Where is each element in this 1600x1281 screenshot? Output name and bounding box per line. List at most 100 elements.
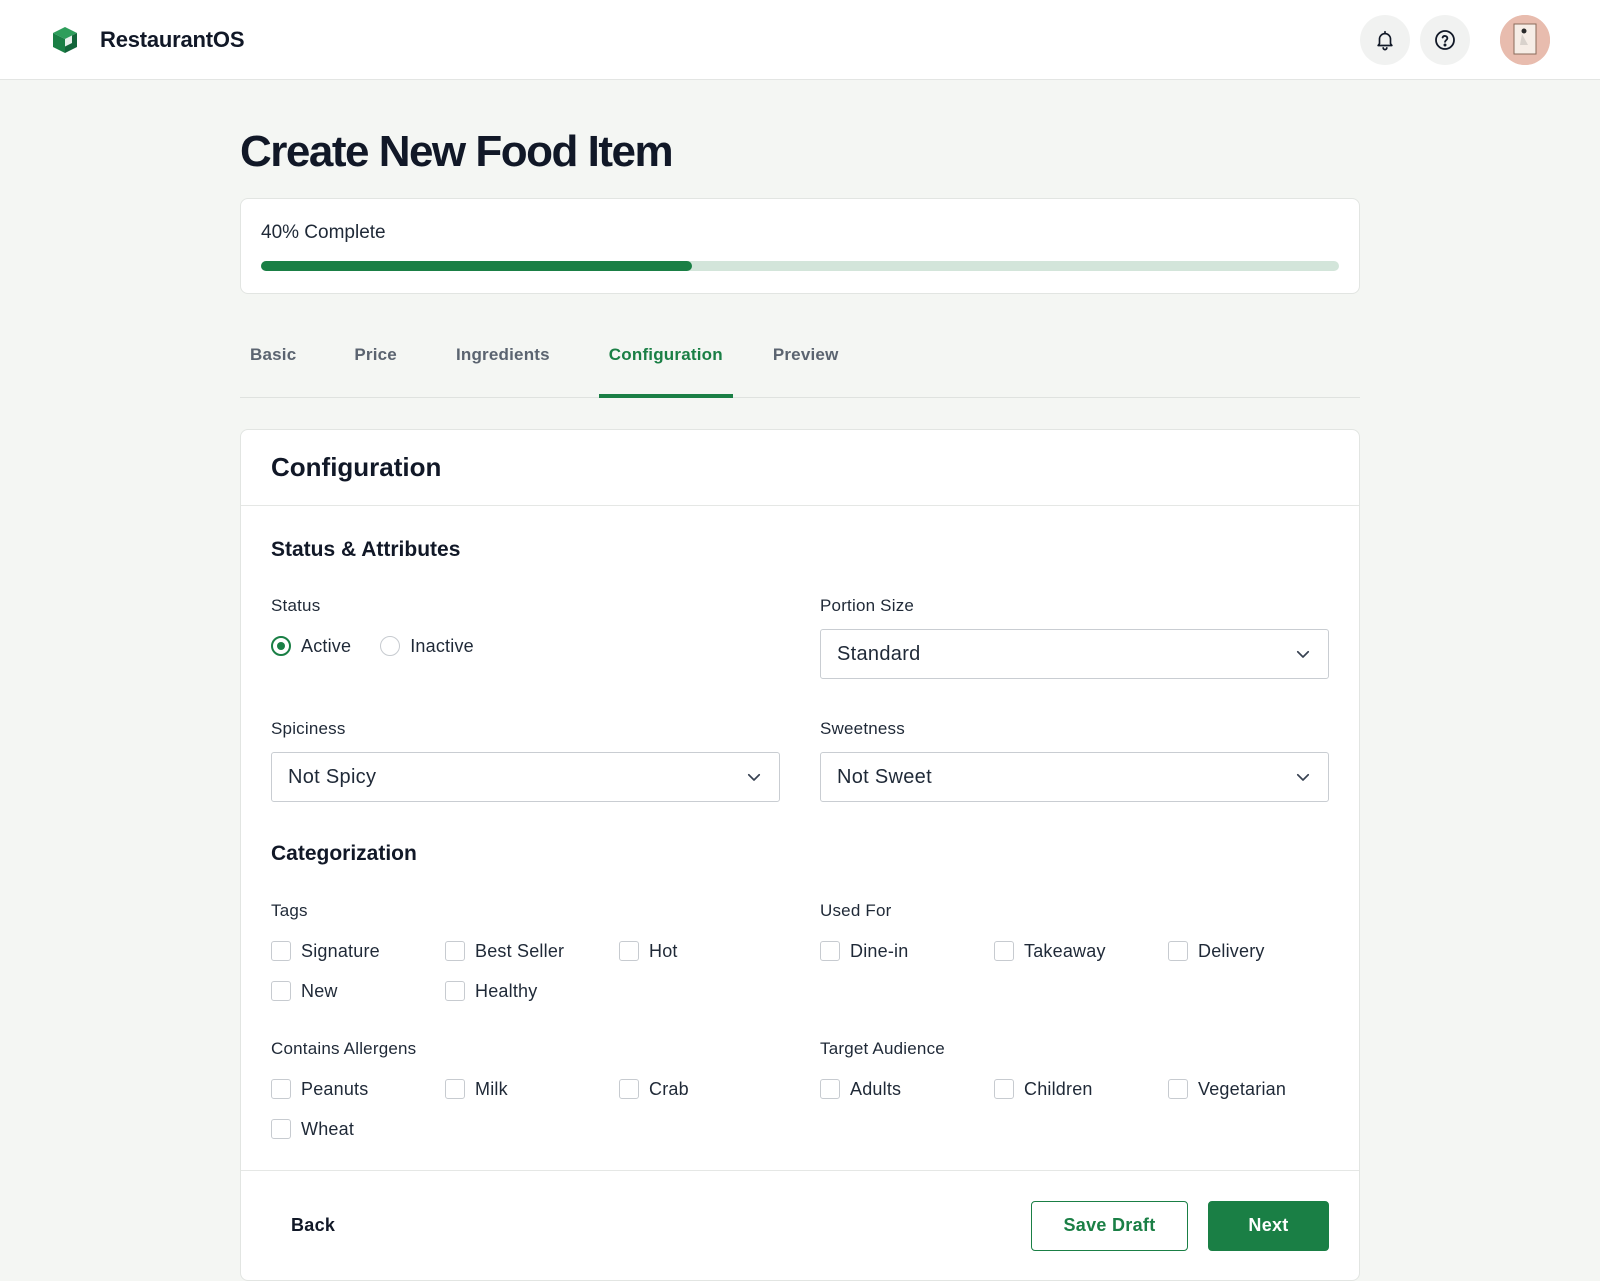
tab-configuration[interactable]: Configuration — [598, 312, 733, 398]
option-label: Takeaway — [1024, 940, 1106, 961]
radio-inactive[interactable] — [380, 636, 401, 656]
allergen-wheat[interactable]: Wheat — [271, 1118, 445, 1140]
section-title-categorization: Categorization — [271, 842, 417, 865]
allergen-milk[interactable]: Milk — [445, 1078, 619, 1100]
chevron-down-icon — [1296, 773, 1310, 781]
used-for-label: Used For — [820, 901, 892, 920]
option-label: Milk — [475, 1078, 508, 1099]
option-label: Adults — [850, 1078, 902, 1099]
spiciness-field: Spiciness Not Spicy — [271, 719, 780, 802]
status-option-inactive[interactable]: Inactive — [380, 636, 474, 657]
tag-hot[interactable]: Hot — [619, 940, 780, 962]
next-button[interactable]: Next — [1208, 1200, 1329, 1251]
option-label: Active — [301, 635, 352, 656]
status-option-active[interactable]: Active — [271, 636, 351, 657]
chevron-down-icon — [747, 773, 761, 781]
select-value: Not Spicy — [288, 765, 377, 788]
section-title-status-attributes: Status & Attributes — [271, 538, 461, 561]
used-for-dine-in[interactable]: Dine-in — [820, 940, 994, 962]
spiciness-label: Spiciness — [271, 719, 346, 738]
help-button[interactable] — [1420, 14, 1470, 65]
tab-preview[interactable]: Preview — [763, 312, 849, 397]
checkbox[interactable] — [445, 941, 465, 961]
tag-signature[interactable]: Signature — [271, 940, 445, 962]
checkbox[interactable] — [271, 1119, 291, 1139]
spiciness-select[interactable]: Not Spicy — [271, 752, 780, 802]
checkbox[interactable] — [445, 1079, 465, 1099]
status-label: Status — [271, 596, 321, 615]
notifications-button[interactable] — [1360, 14, 1410, 65]
checkbox[interactable] — [820, 1079, 840, 1099]
progress-bar — [261, 261, 1339, 271]
checkbox[interactable] — [445, 981, 465, 1001]
allergens-field: Contains Allergens Peanuts Milk Crab Whe… — [271, 1039, 780, 1140]
checkbox[interactable] — [271, 981, 291, 1001]
used-for-delivery[interactable]: Delivery — [1168, 940, 1329, 962]
progress-card: 40% Complete — [240, 198, 1360, 294]
tag-healthy[interactable]: Healthy — [445, 980, 619, 1002]
audience-children[interactable]: Children — [994, 1078, 1168, 1100]
radio-active[interactable] — [271, 636, 291, 656]
allergens-row: Contains Allergens Peanuts Milk Crab Whe… — [271, 1039, 1329, 1170]
checkbox[interactable] — [994, 941, 1014, 961]
taste-row: Spiciness Not Spicy Sweetness Not Sweet — [271, 719, 1329, 802]
footer-actions: Save Draft Next — [1031, 1200, 1329, 1251]
top-actions — [1360, 14, 1550, 65]
audience-field: Target Audience Adults Children Vegetari… — [820, 1039, 1329, 1140]
tag-new[interactable]: New — [271, 980, 445, 1002]
main-content: Create New Food Item 40% Complete Basic … — [240, 80, 1360, 1281]
help-circle-icon — [1435, 29, 1455, 50]
option-label: New — [301, 980, 338, 1001]
bell-icon — [1377, 30, 1393, 50]
top-bar: RestaurantOS — [0, 0, 1600, 80]
sweetness-field: Sweetness Not Sweet — [820, 719, 1329, 802]
option-label: Wheat — [301, 1118, 355, 1139]
tab-ingredients[interactable]: Ingredients — [446, 312, 560, 397]
card-body: Status & Attributes Status Active Inacti… — [241, 537, 1359, 1170]
user-avatar[interactable] — [1500, 14, 1550, 65]
tags-row: Tags Signature Best Seller Hot New Healt… — [271, 901, 1329, 1002]
back-button[interactable]: Back — [271, 1201, 355, 1251]
option-label: Vegetarian — [1198, 1078, 1287, 1099]
tags-field: Tags Signature Best Seller Hot New Healt… — [271, 901, 780, 1002]
tags-checkbox-group: Signature Best Seller Hot New Healthy — [271, 940, 780, 1002]
option-label: Inactive — [410, 635, 474, 656]
sweetness-select[interactable]: Not Sweet — [820, 752, 1329, 802]
save-draft-button[interactable]: Save Draft — [1031, 1200, 1188, 1251]
audience-vegetarian[interactable]: Vegetarian — [1168, 1078, 1329, 1100]
option-label: Delivery — [1198, 940, 1265, 961]
tag-best-seller[interactable]: Best Seller — [445, 940, 619, 962]
option-label: Children — [1024, 1078, 1093, 1099]
checkbox[interactable] — [619, 941, 639, 961]
used-for-checkbox-group: Dine-in Takeaway Delivery — [820, 940, 1329, 962]
checkbox[interactable] — [820, 941, 840, 961]
used-for-takeaway[interactable]: Takeaway — [994, 940, 1168, 962]
option-label: Signature — [301, 940, 380, 961]
tab-basic[interactable]: Basic — [240, 312, 306, 397]
audience-label: Target Audience — [820, 1039, 945, 1058]
progress-bar-fill — [261, 261, 693, 271]
progress-label: 40% Complete — [261, 222, 386, 243]
allergens-checkbox-group: Peanuts Milk Crab Wheat — [271, 1078, 780, 1140]
option-label: Dine-in — [850, 940, 909, 961]
brand[interactable]: RestaurantOS — [50, 25, 245, 55]
tab-price[interactable]: Price — [344, 312, 407, 397]
tags-label: Tags — [271, 901, 308, 920]
checkbox[interactable] — [994, 1079, 1014, 1099]
configuration-card: Configuration Status & Attributes Status… — [240, 429, 1360, 1281]
audience-adults[interactable]: Adults — [820, 1078, 994, 1100]
checkbox[interactable] — [1168, 941, 1188, 961]
checkbox[interactable] — [271, 941, 291, 961]
portion-size-select[interactable]: Standard — [820, 629, 1329, 679]
checkbox[interactable] — [271, 1079, 291, 1099]
checkbox[interactable] — [1168, 1079, 1188, 1099]
allergen-peanuts[interactable]: Peanuts — [271, 1078, 445, 1100]
option-label: Hot — [649, 940, 678, 961]
page-title: Create New Food Item — [240, 127, 674, 176]
allergens-label: Contains Allergens — [271, 1039, 417, 1058]
used-for-field: Used For Dine-in Takeaway Delivery — [820, 901, 1329, 1002]
card-header: Configuration — [241, 430, 1359, 506]
audience-checkbox-group: Adults Children Vegetarian — [820, 1078, 1329, 1100]
checkbox[interactable] — [619, 1079, 639, 1099]
allergen-crab[interactable]: Crab — [619, 1078, 780, 1100]
